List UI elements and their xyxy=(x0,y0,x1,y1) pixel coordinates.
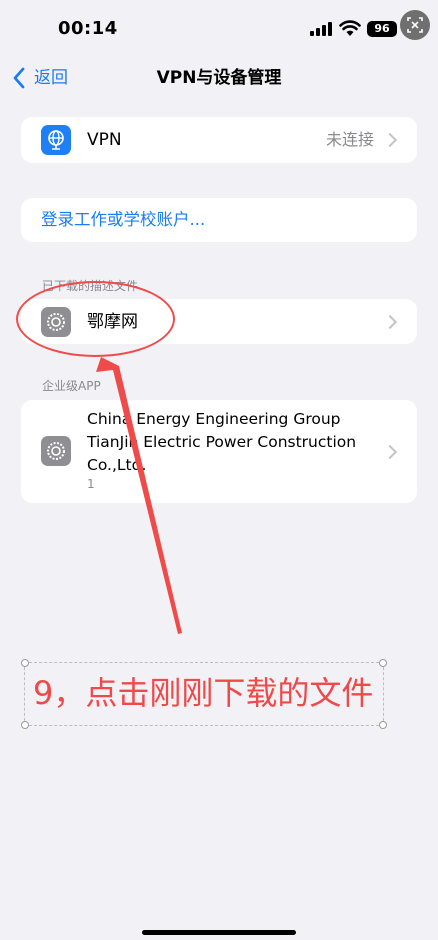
login-link[interactable]: 登录工作或学校账户... xyxy=(41,206,205,234)
screenshot-frame-icon xyxy=(407,17,423,33)
enterprise-app-row[interactable]: China Energy Engineering Group TianJin E… xyxy=(21,400,417,503)
enterprise-app-name-line2: TianJin Electric Power Construction xyxy=(87,433,357,451)
screenshot-overlay-button[interactable] xyxy=(400,10,430,40)
resize-handle[interactable] xyxy=(379,659,387,667)
globe-network-icon xyxy=(41,125,71,155)
annotation-instruction-text: 9，点击刚刚下载的文件 xyxy=(33,674,374,712)
resize-handle[interactable] xyxy=(379,721,387,729)
enterprise-app-name-line1: China Energy Engineering Group xyxy=(87,410,341,428)
page-title: VPN与设备管理 xyxy=(156,68,282,88)
annotation-text-box: 9，点击刚刚下载的文件 xyxy=(21,659,387,729)
enterprise-apps-header: 企业级APP xyxy=(42,379,101,393)
chevron-right-icon xyxy=(387,445,395,459)
gear-settings-icon xyxy=(41,436,71,466)
resize-handle[interactable] xyxy=(21,721,29,729)
enterprise-app-count: 1 xyxy=(87,477,95,491)
navigation-bar: 返回 VPN与设备管理 xyxy=(0,58,438,98)
vpn-status-value: 未连接 xyxy=(326,130,375,149)
status-bar: 00:14 96 xyxy=(0,0,438,56)
battery-indicator: 96 xyxy=(367,21,397,37)
enterprise-app-name-line3: Co.,Ltd. xyxy=(87,456,147,474)
cellular-signal-icon xyxy=(310,22,334,36)
login-work-school-account-row[interactable]: 登录工作或学校账户... xyxy=(21,198,417,242)
home-indicator[interactable] xyxy=(142,930,296,935)
chevron-right-icon xyxy=(387,315,395,329)
resize-handle[interactable] xyxy=(21,659,29,667)
vpn-label: VPN xyxy=(87,130,122,150)
chevron-right-icon xyxy=(387,133,395,147)
annotation-highlight-ellipse xyxy=(16,281,175,357)
wifi-icon xyxy=(339,20,361,36)
vpn-row[interactable]: VPN 未连接 xyxy=(21,117,417,163)
status-time: 00:14 xyxy=(58,18,118,39)
